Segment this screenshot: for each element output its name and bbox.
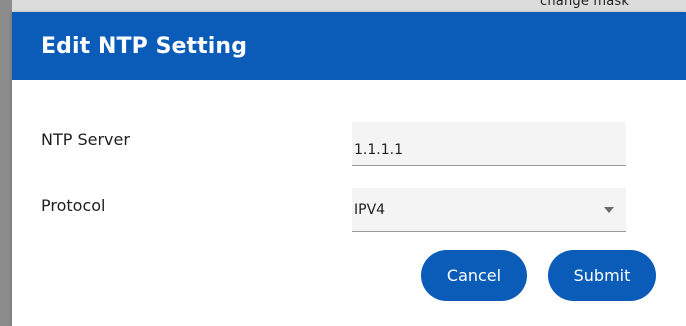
protocol-select[interactable]: IPV4: [352, 188, 626, 232]
protocol-row: Protocol IPV4: [12, 188, 686, 232]
submit-button[interactable]: Submit: [548, 250, 656, 301]
edit-ntp-dialog: Edit NTP Setting NTP Server Protocol IPV…: [12, 12, 686, 326]
dialog-title: Edit NTP Setting: [41, 33, 248, 59]
protocol-selected-value: IPV4: [354, 202, 386, 218]
ntp-server-input[interactable]: [352, 122, 626, 166]
chevron-down-icon[interactable]: [604, 207, 614, 213]
ntp-server-label: NTP Server: [41, 130, 130, 149]
ntp-server-row: NTP Server: [12, 122, 686, 166]
background-partial-text: change mask: [540, 0, 630, 9]
cancel-button[interactable]: Cancel: [421, 250, 527, 301]
background-left-stripe: [0, 0, 12, 326]
protocol-label: Protocol: [41, 196, 106, 215]
dialog-header: Edit NTP Setting: [12, 12, 686, 80]
